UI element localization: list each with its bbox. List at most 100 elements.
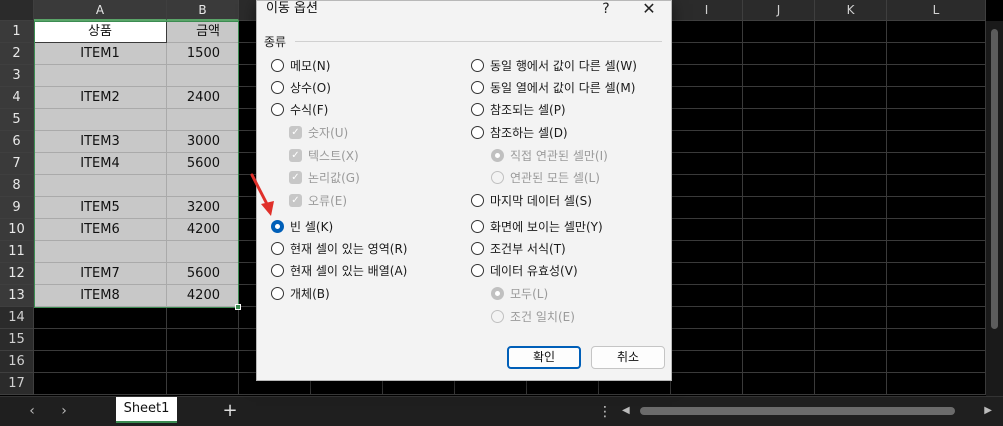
cell[interactable]: [34, 373, 167, 395]
radio-icon[interactable]: [471, 194, 484, 207]
cell-a11[interactable]: [34, 241, 167, 263]
select-all-corner[interactable]: [0, 0, 34, 21]
cell[interactable]: [887, 329, 986, 351]
cell[interactable]: [671, 153, 743, 175]
left-option-7[interactable]: 빈 셀(K): [271, 217, 333, 237]
cell[interactable]: [743, 65, 815, 87]
radio-icon[interactable]: [471, 220, 484, 233]
cell[interactable]: [743, 219, 815, 241]
left-option-0[interactable]: 메모(N): [271, 56, 330, 76]
cell-a9[interactable]: ITEM5: [34, 197, 167, 219]
cell-b5[interactable]: [167, 109, 239, 131]
cell[interactable]: [815, 241, 887, 263]
cell-a4[interactable]: ITEM2: [34, 87, 167, 109]
cell[interactable]: [743, 131, 815, 153]
cell[interactable]: [887, 219, 986, 241]
scroll-right-icon[interactable]: ▶: [984, 403, 992, 419]
radio-icon[interactable]: [271, 287, 284, 300]
cell[interactable]: [743, 43, 815, 65]
prev-sheet-button[interactable]: ‹: [22, 401, 42, 421]
cell-a6[interactable]: ITEM3: [34, 131, 167, 153]
cell[interactable]: [167, 329, 239, 351]
radio-icon[interactable]: [471, 103, 484, 116]
row-header-15[interactable]: 15: [0, 329, 34, 351]
radio-icon[interactable]: [471, 242, 484, 255]
left-option-8[interactable]: 현재 셀이 있는 영역(R): [271, 239, 407, 259]
cell[interactable]: [743, 197, 815, 219]
row-header-5[interactable]: 5: [0, 109, 34, 131]
radio-icon[interactable]: [271, 242, 284, 255]
cell[interactable]: [887, 373, 986, 395]
cell[interactable]: [743, 373, 815, 395]
row-header-11[interactable]: 11: [0, 241, 34, 263]
cell[interactable]: [887, 263, 986, 285]
cell[interactable]: [815, 109, 887, 131]
cell[interactable]: [671, 109, 743, 131]
cell[interactable]: [167, 307, 239, 329]
cell[interactable]: [815, 351, 887, 373]
column-header-k[interactable]: K: [815, 0, 887, 21]
cell-b10[interactable]: 4200: [167, 219, 239, 241]
cell-b3[interactable]: [167, 65, 239, 87]
cell[interactable]: [671, 351, 743, 373]
row-header-10[interactable]: 10: [0, 219, 34, 241]
left-option-1[interactable]: 상수(O): [271, 78, 331, 98]
cell-a1[interactable]: 상품: [34, 21, 167, 43]
cell-b7[interactable]: 5600: [167, 153, 239, 175]
column-header-b[interactable]: B: [167, 0, 239, 21]
cell[interactable]: [743, 175, 815, 197]
row-header-2[interactable]: 2: [0, 43, 34, 65]
cell[interactable]: [887, 21, 986, 43]
cell[interactable]: [671, 65, 743, 87]
cell[interactable]: [887, 87, 986, 109]
right-option-9[interactable]: 데이터 유효성(V): [471, 261, 578, 281]
right-option-7[interactable]: 화면에 보이는 셀만(Y): [471, 217, 603, 237]
cell[interactable]: [34, 329, 167, 351]
cell[interactable]: [671, 263, 743, 285]
cell[interactable]: [743, 351, 815, 373]
cell[interactable]: [34, 351, 167, 373]
cell[interactable]: [887, 351, 986, 373]
cell[interactable]: [671, 373, 743, 395]
row-header-14[interactable]: 14: [0, 307, 34, 329]
row-header-3[interactable]: 3: [0, 65, 34, 87]
radio-icon[interactable]: [471, 59, 484, 72]
row-header-17[interactable]: 17: [0, 373, 34, 395]
cell[interactable]: [815, 219, 887, 241]
right-option-3[interactable]: 참조하는 셀(D): [471, 123, 568, 143]
cell[interactable]: [743, 285, 815, 307]
cell-a12[interactable]: ITEM7: [34, 263, 167, 285]
cell-a3[interactable]: [34, 65, 167, 87]
radio-icon[interactable]: [271, 103, 284, 116]
more-options-icon[interactable]: ⋮: [598, 402, 612, 422]
radio-icon[interactable]: [471, 126, 484, 139]
row-header-16[interactable]: 16: [0, 351, 34, 373]
row-header-1[interactable]: 1: [0, 21, 34, 43]
cell[interactable]: [887, 109, 986, 131]
radio-icon[interactable]: [271, 220, 284, 233]
cell[interactable]: [815, 175, 887, 197]
cell[interactable]: [671, 285, 743, 307]
cell[interactable]: [887, 285, 986, 307]
column-header-l[interactable]: L: [887, 0, 986, 21]
cell[interactable]: [671, 219, 743, 241]
row-header-4[interactable]: 4: [0, 87, 34, 109]
add-sheet-button[interactable]: +: [220, 400, 240, 422]
cell-a13[interactable]: ITEM8: [34, 285, 167, 307]
vertical-scroll-thumb[interactable]: [991, 29, 998, 329]
row-header-8[interactable]: 8: [0, 175, 34, 197]
left-option-9[interactable]: 현재 셀이 있는 배열(A): [271, 261, 407, 281]
cell[interactable]: [887, 197, 986, 219]
cell[interactable]: [815, 373, 887, 395]
cell[interactable]: [671, 241, 743, 263]
cell[interactable]: [887, 241, 986, 263]
cell[interactable]: [815, 329, 887, 351]
cell[interactable]: [671, 197, 743, 219]
cell-a2[interactable]: ITEM1: [34, 43, 167, 65]
cell[interactable]: [671, 329, 743, 351]
cell[interactable]: [671, 87, 743, 109]
cell[interactable]: [167, 351, 239, 373]
cell[interactable]: [887, 307, 986, 329]
fill-handle[interactable]: [235, 304, 241, 310]
radio-icon[interactable]: [471, 81, 484, 94]
